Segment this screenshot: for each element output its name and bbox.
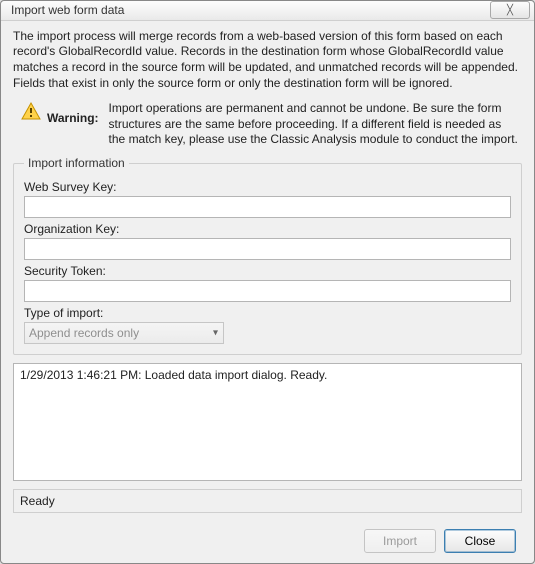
type-of-import-select-wrap: Append records only ▾ (24, 322, 224, 344)
window-close-button[interactable]: ╳ (490, 1, 530, 19)
content-area: The import process will merge records fr… (1, 21, 534, 563)
window-title: Import web form data (11, 3, 490, 17)
security-token-label: Security Token: (24, 264, 511, 278)
titlebar: Import web form data ╳ (1, 1, 534, 21)
button-row: Import Close (13, 523, 522, 563)
type-of-import-label: Type of import: (24, 306, 511, 320)
warning-text: Import operations are permanent and cann… (109, 101, 518, 148)
type-of-import-select[interactable]: Append records only (24, 322, 224, 344)
web-survey-key-label: Web Survey Key: (24, 180, 511, 194)
web-survey-key-input[interactable] (24, 196, 511, 218)
log-output[interactable]: 1/29/2013 1:46:21 PM: Loaded data import… (13, 363, 522, 481)
organization-key-input[interactable] (24, 238, 511, 260)
intro-text: The import process will merge records fr… (13, 29, 522, 91)
organization-key-label: Organization Key: (24, 222, 511, 236)
import-information-group: Import information Web Survey Key: Organ… (13, 156, 522, 355)
warning-row: Warning: Import operations are permanent… (13, 97, 522, 156)
warning-label: Warning: (47, 101, 103, 125)
group-legend: Import information (24, 156, 129, 170)
warning-icon (21, 101, 41, 121)
close-button[interactable]: Close (444, 529, 516, 553)
import-button[interactable]: Import (364, 529, 436, 553)
dialog-window: Import web form data ╳ The import proces… (0, 0, 535, 564)
close-icon: ╳ (507, 5, 513, 16)
log-line: 1/29/2013 1:46:21 PM: Loaded data import… (20, 368, 515, 382)
status-text: Ready (20, 494, 55, 508)
security-token-input[interactable] (24, 280, 511, 302)
status-bar: Ready (13, 489, 522, 513)
